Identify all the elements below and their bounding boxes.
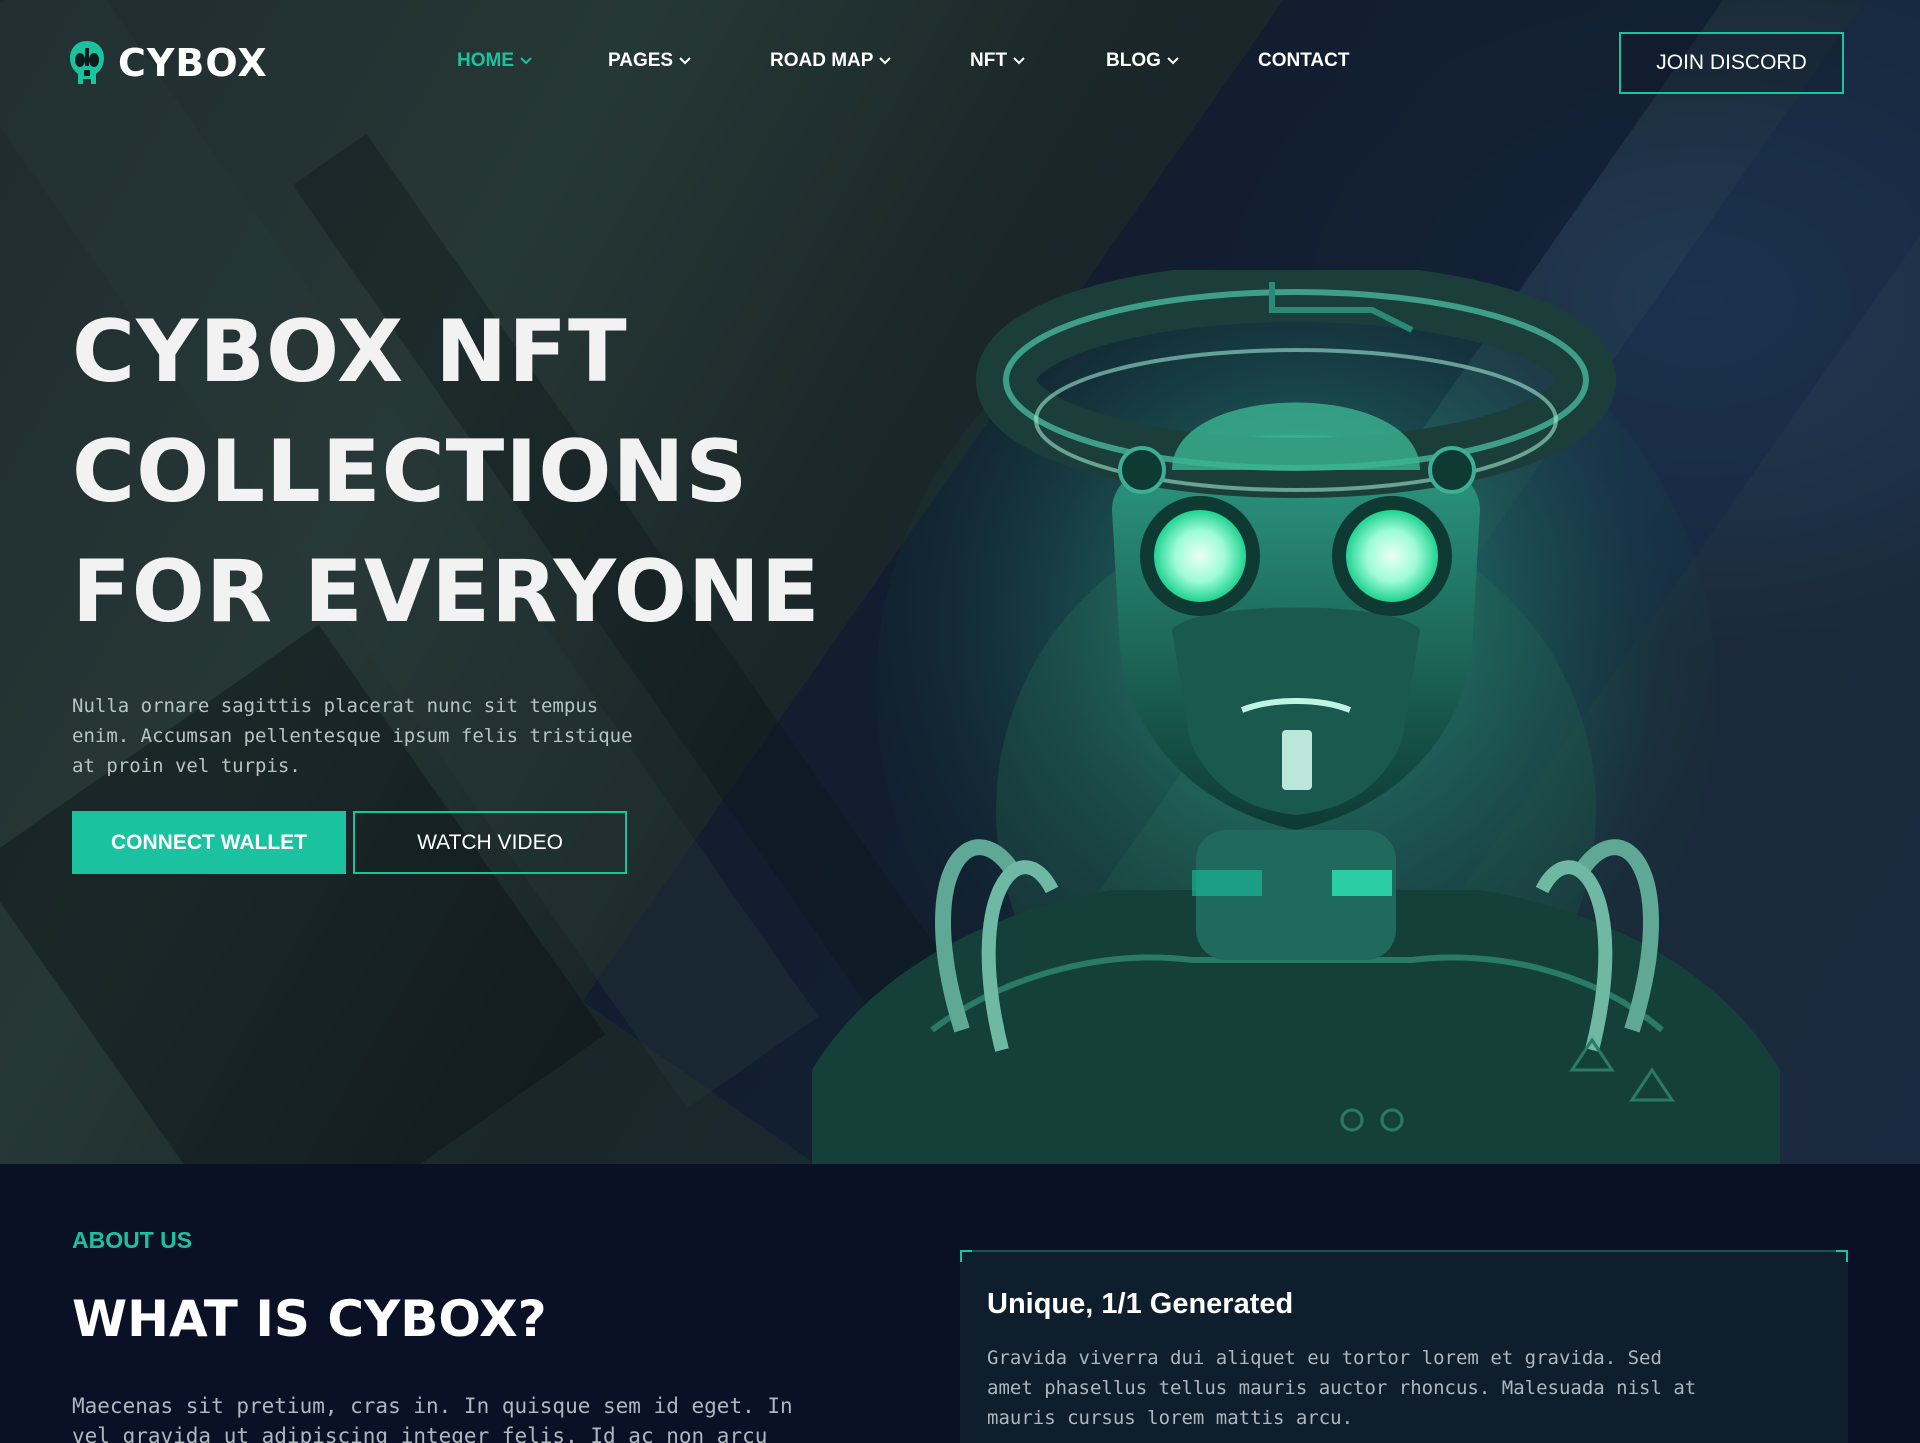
- nav-item-label: ROAD MAP: [770, 50, 874, 71]
- feature-card-description-line: amet phasellus tellus mauris auctor rhon…: [987, 1377, 1697, 1399]
- nav-item-label: PAGES: [608, 50, 674, 71]
- chevron-down-icon: [1013, 57, 1025, 65]
- hero-description: Nulla ornare sagittis placerat nunc sit …: [72, 691, 692, 781]
- feature-card-description-line: Gravida viverra dui aliquet eu tortor lo…: [987, 1347, 1662, 1369]
- nav-item-road-map[interactable]: ROAD MAP: [770, 50, 892, 72]
- hero-title-line: CYBOX NFT: [72, 302, 628, 402]
- nav-item-label: BLOG: [1106, 50, 1161, 71]
- feature-card-description: Gravida viverra dui aliquet eu tortor lo…: [987, 1343, 1787, 1433]
- nav-item-home[interactable]: HOME: [457, 50, 532, 72]
- nav-item-contact[interactable]: CONTACT: [1258, 50, 1349, 72]
- brand-logo[interactable]: CYBOX: [68, 40, 268, 86]
- about-description: Maecenas sit pretium, cras in. In quisqu…: [72, 1391, 832, 1443]
- nav-item-blog[interactable]: BLOG: [1106, 50, 1179, 72]
- hero-section: CYBOX HOME PAGES ROAD MAP NFT BLOG CONTA…: [0, 0, 1920, 1164]
- nav-item-label: NFT: [970, 50, 1007, 71]
- connect-wallet-button[interactable]: CONNECT WALLET: [72, 811, 346, 874]
- about-eyebrow: ABOUT US: [72, 1227, 193, 1253]
- join-discord-button[interactable]: JOIN DISCORD: [1619, 32, 1844, 94]
- feature-card-description-line: mauris cursus lorem mattis arcu.: [987, 1407, 1354, 1429]
- feature-card: Unique, 1/1 Generated Gravida viverra du…: [960, 1250, 1848, 1443]
- nav-item-label: CONTACT: [1258, 50, 1350, 71]
- feature-card-title: Unique, 1/1 Generated: [987, 1288, 1294, 1320]
- cyborg-nft-illustration: [812, 270, 1780, 1164]
- about-title: WHAT IS CYBOX?: [72, 1290, 547, 1348]
- hero-title-line: FOR EVERYONE: [72, 542, 821, 642]
- chevron-down-icon: [1167, 57, 1179, 65]
- hero-description-line: Nulla ornare sagittis placerat nunc sit …: [72, 695, 599, 717]
- nav-item-nft[interactable]: NFT: [970, 50, 1025, 72]
- chevron-down-icon: [520, 57, 532, 65]
- nav-item-pages[interactable]: PAGES: [608, 50, 691, 72]
- alien-skull-icon: [70, 41, 104, 84]
- chevron-down-icon: [879, 57, 892, 65]
- hero-title: CYBOX NFT COLLECTIONS FOR EVERYONE: [72, 292, 872, 652]
- brand-name: CYBOX: [118, 41, 268, 85]
- nav-item-label: HOME: [457, 50, 514, 71]
- hero-description-line: enim. Accumsan pellentesque ipsum felis …: [72, 725, 633, 747]
- about-description-line: vel gravida ut adipiscing integer felis.…: [72, 1424, 768, 1443]
- watch-video-button[interactable]: WATCH VIDEO: [353, 811, 627, 874]
- hero-description-line: at proin vel turpis.: [72, 755, 301, 777]
- about-description-line: Maecenas sit pretium, cras in. In quisqu…: [72, 1394, 793, 1418]
- hero-title-line: COLLECTIONS: [72, 422, 749, 522]
- about-section: ABOUT US WHAT IS CYBOX? Maecenas sit pre…: [0, 1164, 1920, 1443]
- chevron-down-icon: [679, 57, 691, 65]
